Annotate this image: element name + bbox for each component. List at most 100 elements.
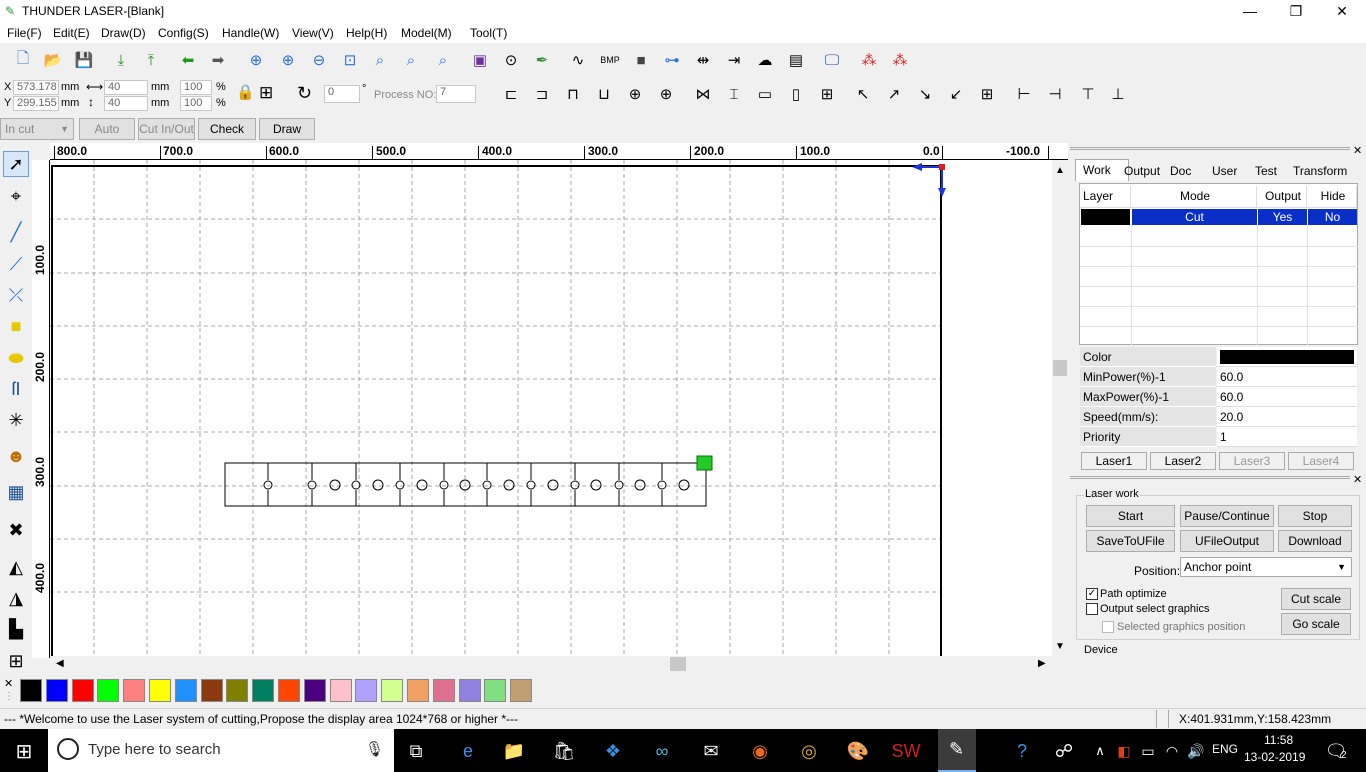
check-button[interactable]: Check (198, 118, 256, 140)
cut-inout-button[interactable]: Cut In/Out (138, 118, 195, 140)
distance-icon[interactable]: ⇹ (691, 48, 715, 72)
undo-icon[interactable]: ⬅ (176, 48, 200, 72)
store-icon[interactable]: 🛍 (550, 737, 578, 765)
tree-icon[interactable]: ⊶ (660, 48, 684, 72)
tab-laser1[interactable]: Laser1 (1081, 452, 1147, 470)
menu-edit[interactable]: Edit(E) (53, 26, 90, 40)
tab-transform[interactable]: Transform (1293, 164, 1347, 182)
tab-doc[interactable]: Doc (1170, 164, 1191, 182)
close-button[interactable]: ✕ (1319, 0, 1365, 23)
cut-scale-button[interactable]: Cut scale (1281, 588, 1351, 610)
point-tool-icon[interactable]: ✳ (3, 407, 29, 433)
laser-panel-close-icon[interactable]: ✕ (1353, 473, 1362, 486)
download-button[interactable]: Download (1278, 530, 1352, 552)
zoom-out-icon[interactable]: ⊖ (307, 48, 331, 72)
scroll-right-icon[interactable]: ▶ (1038, 658, 1046, 669)
tab-laser4[interactable]: Laser4 (1288, 452, 1354, 470)
scroll-left-icon[interactable]: ◀ (56, 658, 64, 669)
paint-icon[interactable]: 🎨 (844, 737, 872, 765)
tab-laser3[interactable]: Laser3 (1219, 452, 1285, 470)
speed-field[interactable]: 20.0 (1217, 407, 1357, 427)
move-top-right-icon[interactable]: ↗ (882, 82, 906, 106)
top-edge-icon[interactable]: ⊤ (1076, 82, 1100, 106)
cut-mode-select[interactable]: In cut ▼ (0, 118, 74, 140)
volume-icon[interactable]: 🔊 (1182, 737, 1210, 765)
zoom-fit-icon[interactable]: ⌕ (431, 48, 455, 72)
save-to-ufile-button[interactable]: SaveToUFile (1086, 530, 1175, 552)
open-folder-icon[interactable]: 📂 (41, 48, 65, 72)
color-swatch[interactable] (20, 679, 42, 702)
lock-ratio-icon[interactable]: 🔒 (236, 83, 255, 101)
export-icon[interactable]: ⤒ (139, 48, 163, 72)
scroll-up-icon[interactable]: ▲ (1055, 165, 1065, 176)
move-center-icon[interactable]: ⊞ (975, 82, 999, 106)
menu-help[interactable]: Help(H) (346, 26, 387, 40)
vertical-scrollbar[interactable]: ▲ ▼ (1052, 160, 1068, 656)
scroll-down-icon[interactable]: ▼ (1055, 641, 1065, 652)
right-edge-icon[interactable]: ⊣ (1043, 82, 1067, 106)
group-objects-icon[interactable]: ⁂ (888, 48, 912, 72)
text-tool-icon[interactable]: ſI (3, 376, 29, 402)
color-swatch[interactable] (407, 679, 429, 702)
layer-output-cell[interactable]: Yes (1258, 209, 1307, 225)
position-select[interactable]: Anchor point ▼ (1180, 557, 1352, 577)
drawing-canvas[interactable] (50, 160, 1052, 656)
mail-icon[interactable]: ✉ (697, 737, 725, 765)
menu-handle[interactable]: Handle(W) (222, 26, 279, 40)
draw-button[interactable]: Draw (259, 118, 315, 140)
clock-time[interactable]: 11:58 (1264, 733, 1293, 747)
color-swatch[interactable] (252, 679, 275, 702)
color-swatch[interactable] (45, 679, 68, 702)
microphone-icon[interactable]: 🎙 (365, 740, 384, 758)
scale-width-field[interactable]: 100 (180, 80, 212, 95)
import-icon[interactable]: ⤓ (109, 48, 133, 72)
same-height-icon[interactable]: ▯ (784, 82, 808, 106)
selected-position-checkbox[interactable] (1102, 621, 1114, 633)
priority-field[interactable]: 1 (1217, 427, 1357, 447)
clock-date[interactable]: 13-02-2019 (1244, 750, 1305, 764)
ellipse-tool-icon[interactable]: ⬬ (3, 345, 29, 371)
bottom-edge-icon[interactable]: ⊥ (1106, 82, 1130, 106)
grid-tool-icon[interactable]: ▦ (3, 479, 29, 505)
color-swatch[interactable] (123, 679, 146, 702)
scale-height-field[interactable]: 100 (180, 96, 212, 111)
align-right-icon[interactable]: ⊐ (530, 82, 554, 106)
laser-head-tool-icon[interactable]: ☻ (3, 443, 29, 469)
windows-start-icon[interactable]: ⊞ (10, 737, 38, 765)
scroll-thumb-h[interactable] (670, 657, 686, 671)
new-file-icon[interactable]: 🗋 (11, 48, 35, 72)
file-explorer-icon[interactable]: 📁 (500, 737, 528, 765)
menu-draw[interactable]: Draw(D) (101, 26, 146, 40)
align-objects-icon[interactable]: ⁂ (857, 48, 881, 72)
align-center-v-icon[interactable]: ⊕ (654, 82, 678, 106)
go-scale-button[interactable]: Go scale (1281, 613, 1351, 635)
auto-button[interactable]: Auto (79, 118, 135, 140)
move-bottom-right-icon[interactable]: ↘ (913, 82, 937, 106)
color-swatch[interactable] (226, 679, 249, 702)
zoom-select-icon[interactable]: ⊕ (244, 48, 268, 72)
measure-icon[interactable]: ▙ (3, 616, 29, 642)
people-icon[interactable]: ☍ (1050, 737, 1078, 765)
align-top-icon[interactable]: ⊓ (561, 82, 585, 106)
zoom-page-icon[interactable]: ⊡ (338, 48, 362, 72)
restore-button[interactable]: ❐ (1273, 0, 1319, 23)
y-position-field[interactable]: 299.155 (13, 96, 59, 111)
menu-model[interactable]: Model(M) (401, 26, 452, 40)
tab-test[interactable]: Test (1255, 164, 1277, 182)
tab-work[interactable]: Work (1083, 163, 1111, 181)
color-swatch[interactable] (510, 679, 533, 702)
mirror-h-icon[interactable]: ◭ (3, 554, 29, 580)
document-icon[interactable]: ▤ (784, 48, 808, 72)
horizontal-scrollbar[interactable]: ◀ ▶ (50, 656, 1052, 672)
curve-icon[interactable]: ∿ (566, 48, 590, 72)
panel-close-icon[interactable]: ✕ (1353, 144, 1362, 157)
pause-continue-button[interactable]: Pause/Continue (1180, 505, 1274, 527)
language-indicator[interactable]: ENG (1212, 742, 1238, 756)
path-optimize-checkbox[interactable]: ✓ (1086, 588, 1098, 600)
menu-file[interactable]: File(F) (7, 26, 42, 40)
layer-color-swatch[interactable] (1081, 209, 1130, 225)
output-select-checkbox[interactable] (1086, 603, 1098, 615)
polyline-tool-icon[interactable]: ⟋ (3, 251, 29, 277)
scroll-thumb[interactable] (1053, 360, 1067, 376)
color-swatch[interactable] (458, 679, 481, 702)
